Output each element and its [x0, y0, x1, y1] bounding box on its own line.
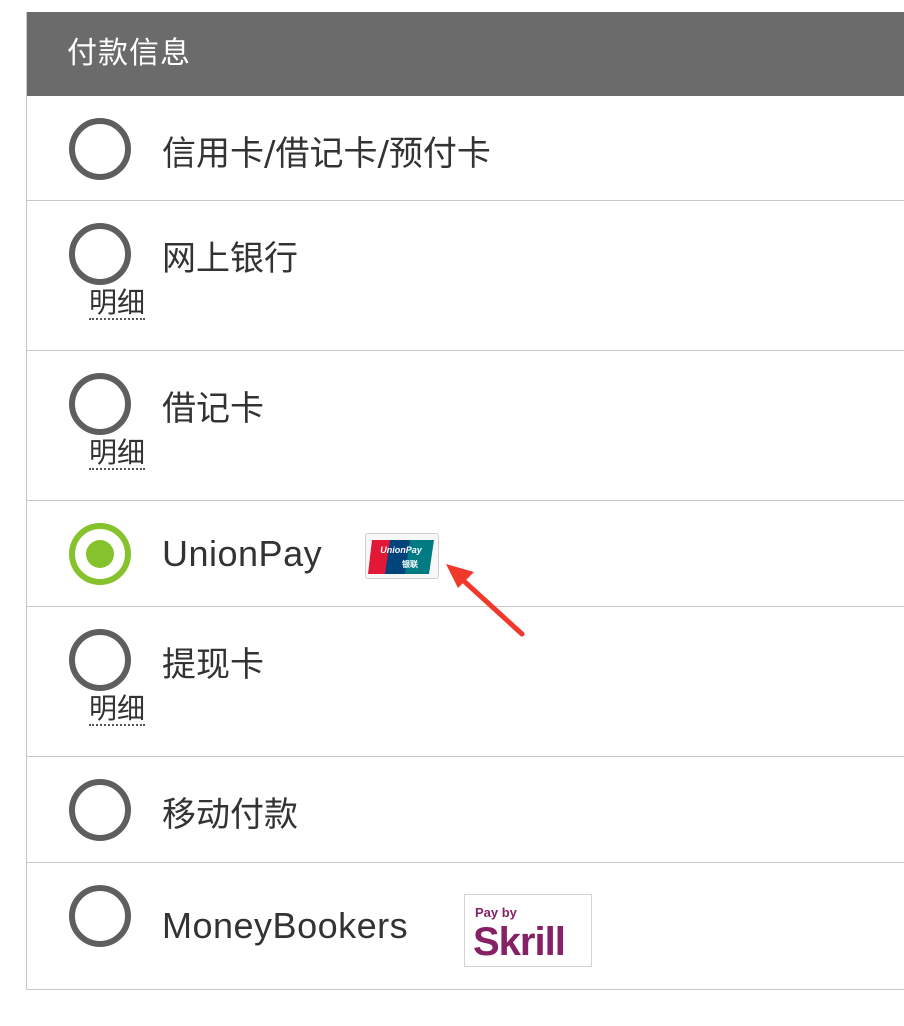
radio-button[interactable] — [69, 885, 131, 947]
option-label: MoneyBookers — [162, 905, 409, 946]
unionpay-logo-icon: UnionPay 银联 — [365, 533, 439, 579]
option-label: 借记卡 — [162, 389, 264, 429]
payment-option-online-banking[interactable]: 网上银行 明细 — [27, 201, 904, 351]
svg-text:银联: 银联 — [401, 559, 418, 569]
details-link[interactable]: 明细 — [89, 438, 146, 470]
svg-text:Skrill: Skrill — [473, 920, 565, 964]
svg-text:Pay by: Pay by — [475, 905, 518, 920]
option-label: 提现卡 — [162, 645, 264, 685]
radio-button[interactable] — [69, 118, 131, 180]
payment-option-moneybookers[interactable]: MoneyBookers Pay by Skrill — [27, 863, 904, 989]
payment-option-cash-card[interactable]: 提现卡 明细 — [27, 607, 904, 757]
radio-button[interactable] — [69, 629, 131, 691]
radio-button[interactable] — [69, 223, 131, 285]
option-label: 移动付款 — [162, 795, 298, 835]
payment-info-panel: 付款信息 信用卡/借记卡/预付卡 网上银行 明细 借记卡 明细 UnionPay… — [26, 12, 904, 990]
details-link[interactable]: 明细 — [89, 288, 146, 320]
payment-option-unionpay[interactable]: UnionPay UnionPay 银联 — [27, 501, 904, 607]
payment-option-card[interactable]: 信用卡/借记卡/预付卡 — [27, 96, 904, 201]
skrill-logo-icon: Pay by Skrill — [464, 894, 592, 967]
panel-title: 付款信息 — [27, 12, 904, 96]
radio-button-selected[interactable] — [69, 523, 131, 585]
option-label: 信用卡/借记卡/预付卡 — [162, 134, 491, 174]
radio-button[interactable] — [69, 779, 131, 841]
payment-option-debit-card[interactable]: 借记卡 明细 — [27, 351, 904, 501]
details-link[interactable]: 明细 — [89, 694, 146, 726]
payment-option-mobile[interactable]: 移动付款 — [27, 757, 904, 863]
option-label: 网上银行 — [162, 239, 298, 279]
radio-button[interactable] — [69, 373, 131, 435]
unionpay-logo-text: UnionPay — [380, 545, 423, 555]
option-label: UnionPay — [162, 533, 323, 574]
skrill-logo-graphic: Pay by Skrill — [473, 905, 566, 964]
unionpay-logo-graphic: UnionPay 银联 — [368, 540, 434, 574]
